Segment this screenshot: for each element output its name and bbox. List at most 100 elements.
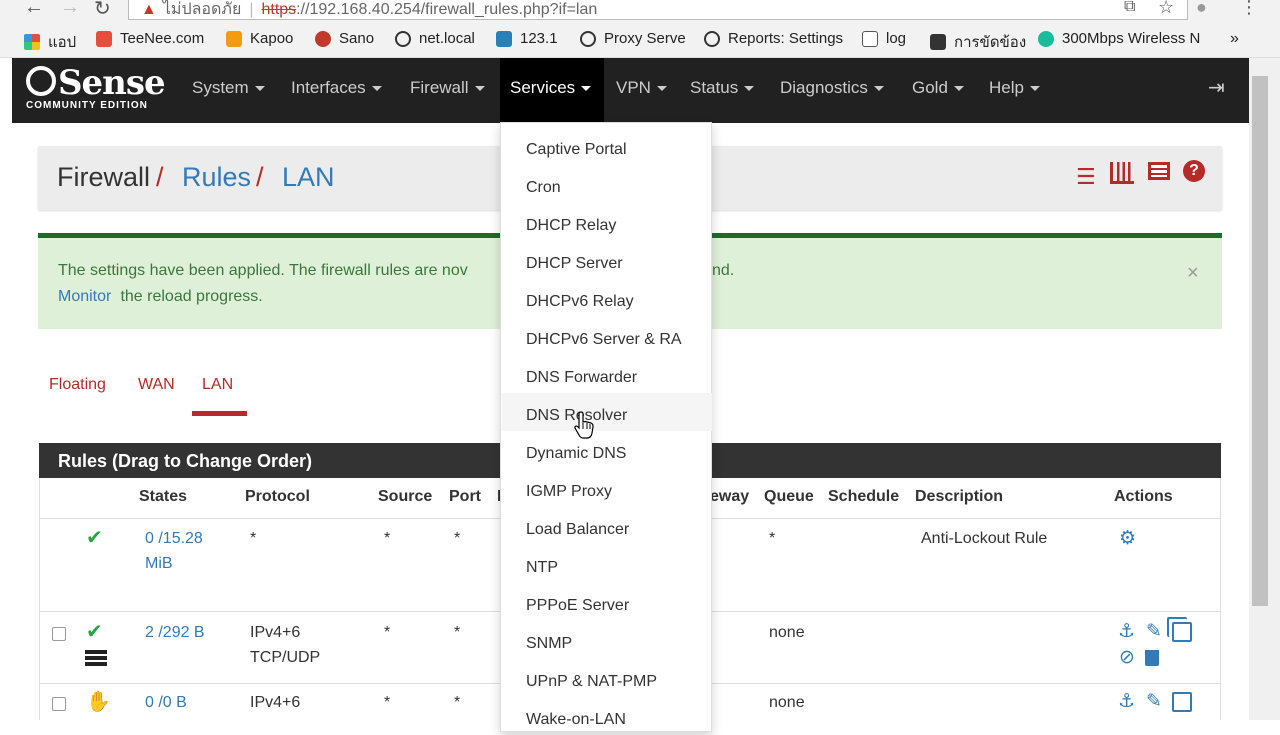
pencil-icon[interactable]: ✎: [1146, 692, 1162, 711]
tab-wan[interactable]: WAN: [138, 376, 175, 394]
bookmarks-bar: แอป TeeNee.com Kapoo Sano net.local 123.…: [0, 22, 1280, 58]
sano-icon: [315, 30, 331, 47]
services-item-dynamic-dns[interactable]: Dynamic DNS: [502, 431, 712, 469]
services-item-igmp-proxy[interactable]: IGMP Proxy: [502, 469, 712, 507]
menu-system[interactable]: System: [192, 58, 265, 123]
breadcrumb-lan[interactable]: LAN: [282, 162, 335, 193]
breadcrumb-separator: /: [156, 162, 164, 192]
row-states[interactable]: 0 /0 B: [145, 690, 187, 715]
row-port: *: [454, 530, 461, 547]
breadcrumb-separator: /: [256, 162, 264, 192]
scrollbar-thumb[interactable]: [1252, 76, 1268, 606]
services-item-cron[interactable]: Cron: [502, 165, 712, 203]
help-icon[interactable]: ?: [1183, 160, 1205, 182]
bookmark-log[interactable]: log: [862, 30, 906, 47]
row-select-checkbox[interactable]: [52, 627, 66, 641]
anchor-icon[interactable]: ⚓: [1118, 692, 1135, 711]
col-queue[interactable]: Queue: [764, 488, 814, 506]
pfsense-icon: [580, 30, 596, 47]
col-protocol[interactable]: Protocol: [245, 488, 310, 506]
pfsense-logo[interactable]: Sense COMMUNITY EDITION: [26, 66, 166, 112]
services-item-wake-on-lan[interactable]: Wake-on-LAN: [502, 697, 712, 735]
monitor-link[interactable]: Monitor: [58, 288, 111, 306]
tab-lan[interactable]: LAN: [202, 376, 233, 394]
col-schedule[interactable]: Schedule: [828, 488, 899, 506]
services-item-pppoe-server[interactable]: PPPoE Server: [502, 583, 712, 621]
menu-diagnostics[interactable]: Diagnostics: [780, 58, 884, 123]
col-states[interactable]: States: [139, 488, 187, 506]
services-item-upnp-nat-pmp[interactable]: UPnP & NAT-PMP: [502, 659, 712, 697]
more-bookmarks-icon[interactable]: »: [1230, 30, 1239, 48]
col-actions: Actions: [1114, 488, 1173, 505]
row-select-checkbox[interactable]: [52, 697, 66, 711]
services-item-dns-resolver[interactable]: DNS Resolver: [502, 393, 712, 431]
col-description[interactable]: Description: [915, 488, 1003, 506]
hand-icon: ✋: [86, 691, 111, 713]
reload-icon[interactable]: ↻: [94, 0, 111, 21]
services-item-dns-forwarder[interactable]: DNS Forwarder: [502, 355, 712, 393]
anchor-icon[interactable]: ⚓: [1118, 622, 1135, 641]
menu-firewall[interactable]: Firewall: [410, 58, 485, 123]
col-port[interactable]: Port: [449, 488, 481, 506]
bookmark-proxy[interactable]: Proxy Serve: [580, 30, 686, 47]
translate-icon[interactable]: ⧉: [1124, 0, 1135, 16]
browser-toolbar: ← → ↻ ▲ ไม่ปลอดภัย | https://192.168.40.254…: [0, 0, 1280, 22]
sliders-icon[interactable]: ☰: [1076, 164, 1096, 190]
bookmark-sano[interactable]: Sano: [315, 30, 374, 47]
menu-gold[interactable]: Gold: [912, 58, 964, 123]
services-item-load-balancer[interactable]: Load Balancer: [502, 507, 712, 545]
copy-icon[interactable]: [1172, 692, 1192, 712]
row-states-unit[interactable]: MiB: [145, 551, 173, 576]
bookmark-outage[interactable]: การขัดข้อง: [930, 30, 1026, 54]
active-tab-indicator: [192, 411, 247, 416]
services-item-ntp[interactable]: NTP: [502, 545, 712, 583]
services-item-dhcpv6-relay[interactable]: DHCPv6 Relay: [502, 279, 712, 317]
row-states[interactable]: 0 /15.28: [145, 526, 203, 551]
disable-icon[interactable]: ⊘: [1119, 648, 1135, 667]
col-gateway[interactable]: eway: [710, 488, 749, 506]
url-scheme: https: [261, 1, 297, 18]
row-source: *: [384, 530, 391, 547]
back-icon[interactable]: ←: [24, 0, 44, 19]
table-list-icon[interactable]: [1148, 162, 1170, 180]
breadcrumb-rules[interactable]: Rules: [182, 162, 251, 193]
alert-text-line1-end: nd.: [712, 262, 735, 279]
pencil-icon[interactable]: ✎: [1146, 622, 1162, 641]
hand-cursor-icon: [574, 411, 594, 439]
row-protocol: IPv4+6: [250, 624, 301, 641]
bookmark-123[interactable]: 123.1: [496, 30, 558, 47]
services-item-dhcp-relay[interactable]: DHCP Relay: [502, 203, 712, 241]
pf-logo-mark: [26, 66, 56, 96]
col-source[interactable]: Source: [378, 488, 432, 506]
menu-dots-icon[interactable]: ⋮: [1240, 0, 1258, 18]
address-bar[interactable]: ▲ ไม่ปลอดภัย | https://192.168.40.254/firew…: [128, 0, 1188, 20]
bookmark-wireless[interactable]: 300Mbps Wireless N: [1038, 30, 1200, 47]
services-item-dhcpv6-server-ra[interactable]: DHCPv6 Server & RA: [502, 317, 712, 355]
row-states[interactable]: 2 /292 B: [145, 620, 205, 645]
services-item-captive-portal[interactable]: Captive Portal: [502, 127, 712, 165]
trash-icon[interactable]: [1145, 650, 1159, 666]
site-icon: [930, 34, 946, 50]
services-item-dhcp-server[interactable]: DHCP Server: [502, 241, 712, 279]
logout-icon[interactable]: ⇥: [1208, 58, 1225, 123]
bookmark-netlocal[interactable]: net.local: [395, 30, 475, 47]
menu-services[interactable]: Services: [500, 58, 604, 123]
menu-status[interactable]: Status: [690, 58, 755, 123]
bookmark-teenee[interactable]: TeeNee.com: [96, 30, 204, 47]
close-icon[interactable]: ×: [1187, 262, 1199, 285]
menu-interfaces[interactable]: Interfaces: [291, 58, 382, 123]
extension-icon[interactable]: ●: [1196, 0, 1207, 18]
menu-help[interactable]: Help: [989, 58, 1040, 123]
tab-floating[interactable]: Floating: [49, 376, 106, 394]
bookmark-kapoo[interactable]: Kapoo: [226, 30, 293, 47]
bookmark-apps[interactable]: แอป: [24, 30, 76, 54]
menu-vpn[interactable]: VPN: [616, 58, 667, 123]
forward-icon[interactable]: →: [60, 0, 80, 19]
chart-icon[interactable]: [1110, 162, 1134, 184]
alert-text-line2: the reload progress.: [116, 288, 263, 305]
services-item-snmp[interactable]: SNMP: [502, 621, 712, 659]
gear-icon[interactable]: ⚙: [1119, 529, 1136, 548]
copy-icon[interactable]: [1172, 622, 1192, 642]
bookmark-reports[interactable]: Reports: Settings: [704, 30, 843, 47]
star-icon[interactable]: ☆: [1158, 0, 1174, 18]
